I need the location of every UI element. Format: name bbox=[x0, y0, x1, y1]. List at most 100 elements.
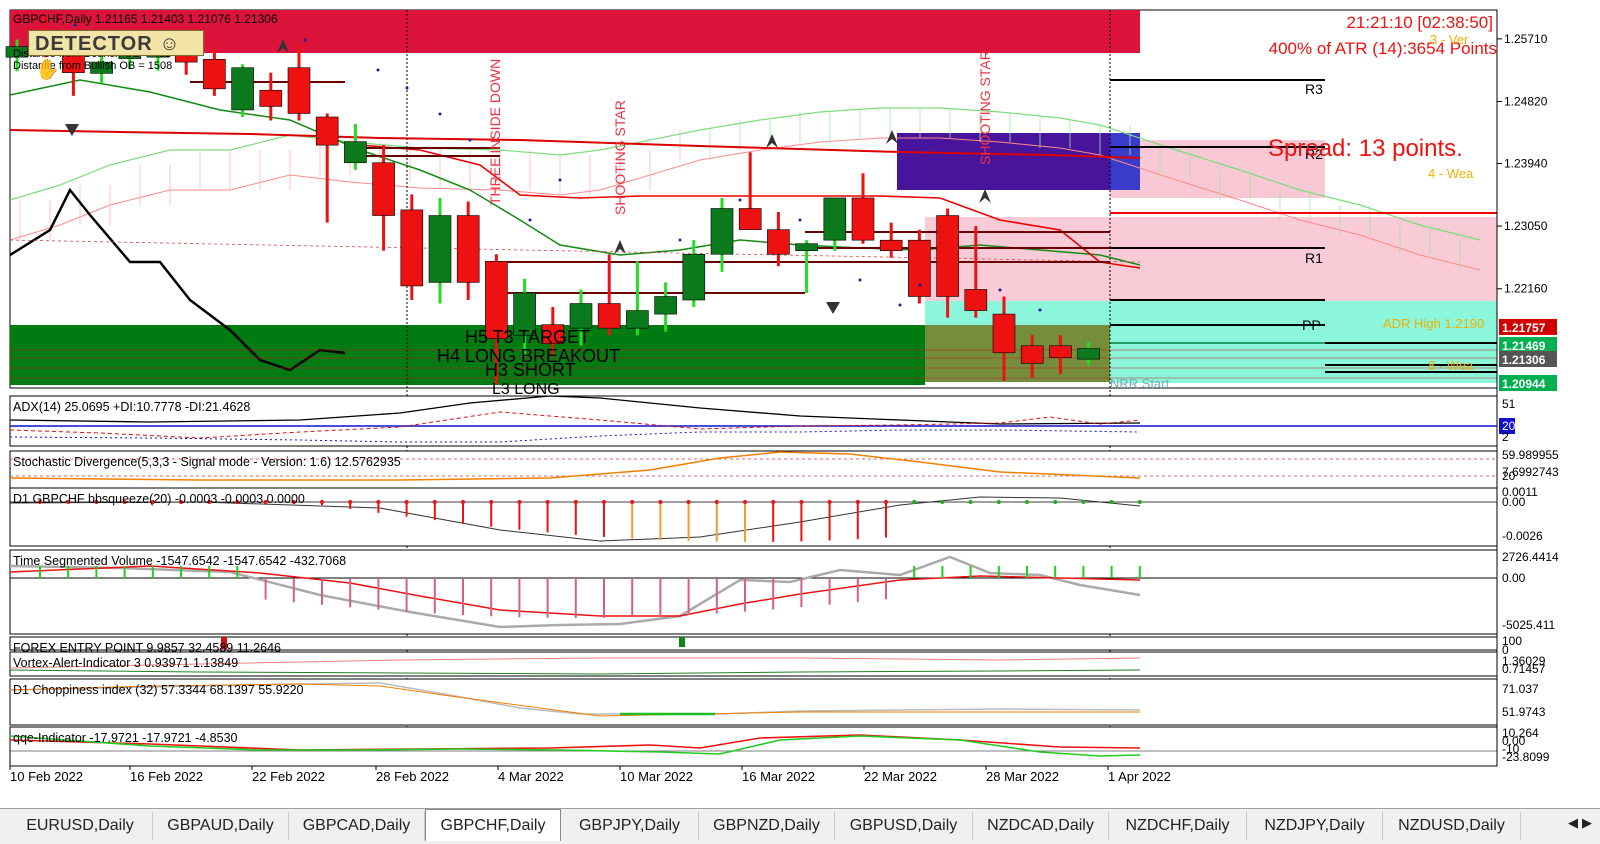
candle bbox=[400, 194, 424, 301]
price-tag: 1.21469 bbox=[1502, 339, 1546, 353]
squeeze-dot bbox=[404, 500, 409, 504]
candle-body bbox=[597, 303, 621, 329]
tab-scroll-left-icon[interactable]: ◀ bbox=[1566, 815, 1580, 831]
tab-gbpnzd[interactable]: GBPNZD,Daily bbox=[699, 812, 835, 840]
candle-body bbox=[456, 215, 480, 283]
fractal-dot bbox=[858, 278, 862, 282]
fractal-dot bbox=[528, 218, 532, 222]
squeeze-dot bbox=[912, 500, 917, 504]
candle-body bbox=[428, 215, 452, 283]
tab-eurusd[interactable]: EURUSD,Daily bbox=[8, 812, 153, 840]
tab-nzdcad[interactable]: NZDCAD,Daily bbox=[973, 812, 1109, 840]
chart-area[interactable]: THREE INSIDE DOWN SHOOTING STAR SHOOTING S… bbox=[0, 0, 1600, 843]
candle bbox=[908, 229, 931, 304]
squeeze-dot bbox=[489, 500, 494, 504]
indicator-label: Stochastic Divergence(5,3,3 - Signal mod… bbox=[13, 455, 401, 469]
time-label: 28 Mar 2022 bbox=[986, 769, 1059, 784]
candle-body bbox=[823, 197, 847, 241]
price-tag: 1.21306 bbox=[1502, 353, 1546, 367]
tab-gbpusd[interactable]: GBPUSD,Daily bbox=[835, 812, 973, 840]
squeeze-dot bbox=[461, 500, 465, 504]
pivot-label: R1 bbox=[1305, 250, 1323, 266]
tab-gbpaud[interactable]: GBPAUD,Daily bbox=[153, 812, 289, 840]
pink-zone bbox=[925, 217, 1497, 301]
indicator-level: 2 bbox=[1502, 430, 1509, 444]
candle-body bbox=[344, 141, 367, 164]
detector-badge[interactable]: DETECTOR ☺ ✋ bbox=[28, 30, 204, 81]
indicator-level: 2726.4414 bbox=[1502, 550, 1559, 564]
candle-body bbox=[287, 67, 311, 114]
squeeze-dot bbox=[545, 500, 550, 504]
indicator-level: -23.8099 bbox=[1502, 750, 1550, 764]
fractal-dot bbox=[738, 198, 742, 202]
hand-icon: ✋ bbox=[35, 59, 61, 81]
squeeze-dot bbox=[658, 500, 663, 504]
squeeze-dot bbox=[320, 500, 324, 504]
fractal-dot bbox=[918, 283, 922, 287]
smiley-icon: ☺ bbox=[159, 33, 181, 55]
tab-nzdchf[interactable]: NZDCHF,Daily bbox=[1109, 812, 1247, 840]
indicator-label: Vortex-Alert-Indicator 3 0.93971 1.13849 bbox=[13, 656, 238, 670]
purple-zone-edge bbox=[1110, 133, 1140, 190]
candle-body bbox=[203, 58, 226, 90]
symbol-info: GBPCHF,Daily 1.21165 1.21403 1.21076 1.2… bbox=[13, 12, 278, 26]
squeeze-dot bbox=[799, 500, 804, 504]
indicator-label: D1 Choppiness index (32) 57.3344 68.1397… bbox=[13, 683, 304, 697]
fractal-dot bbox=[798, 218, 802, 222]
candle-body bbox=[1077, 348, 1100, 360]
candle-body bbox=[315, 116, 339, 146]
indicator-label: qqe-Indicator -17.9721 -17.9721 -4.8530 bbox=[13, 731, 238, 745]
time-label: 22 Feb 2022 bbox=[252, 769, 325, 784]
squeeze-dot bbox=[1109, 500, 1114, 504]
squeeze-dot bbox=[686, 500, 691, 504]
fractal-dot bbox=[468, 138, 472, 142]
tab-scroll-right-icon[interactable]: ▶ bbox=[1580, 815, 1594, 831]
tab-gbpchf[interactable]: GBPCHF,Daily bbox=[425, 809, 561, 841]
indicator-level: 59.989955 bbox=[1502, 448, 1559, 462]
symbol-tab-bar: ◀ ▶ EURUSD,Daily GBPAUD,Daily GBPCAD,Daily G… bbox=[0, 808, 1600, 844]
candle-body bbox=[964, 289, 988, 311]
time-label: 16 Feb 2022 bbox=[130, 769, 203, 784]
price-tag: 1.21757 bbox=[1502, 321, 1546, 335]
entry-bar-buy bbox=[679, 637, 685, 647]
squeeze-dot bbox=[996, 500, 1001, 504]
tab-nzdjpy[interactable]: NZDJPY,Daily bbox=[1247, 812, 1383, 840]
fractal-dot bbox=[405, 86, 409, 90]
candle-body bbox=[654, 296, 677, 315]
indicator-level: 71.037 bbox=[1502, 682, 1539, 696]
nrr-label: NRR Start bbox=[1110, 376, 1170, 391]
price-label: 1.25710 bbox=[1504, 32, 1548, 46]
adr-high-label: ADR High 1.2190 bbox=[1383, 316, 1484, 331]
squeeze-dot bbox=[714, 500, 719, 504]
time-label: 10 Feb 2022 bbox=[10, 769, 83, 784]
squeeze-dot bbox=[827, 500, 832, 504]
candle-body bbox=[992, 313, 1016, 354]
pivot-label: R3 bbox=[1305, 81, 1323, 97]
zone-label: H3 SHORT bbox=[485, 360, 576, 380]
week-label: 8 - Wea bbox=[1428, 358, 1474, 373]
indicator-label: ADX(14) 25.0695 +DI:10.7778 -DI:21.4628 bbox=[13, 400, 250, 414]
price-label: 1.22160 bbox=[1504, 282, 1548, 296]
indicator-label: Time Segmented Volume -1547.6542 -1547.6… bbox=[13, 554, 346, 568]
detector-label: DETECTOR bbox=[35, 33, 153, 55]
time-label: 16 Mar 2022 bbox=[742, 769, 815, 784]
fractal-dot bbox=[376, 68, 380, 72]
candle-body bbox=[879, 239, 903, 252]
squeeze-dot bbox=[743, 500, 747, 504]
tab-nzdusd[interactable]: NZDUSD,Daily bbox=[1383, 812, 1521, 840]
chart-svg[interactable]: THREE INSIDE DOWN SHOOTING STAR SHOOTING S… bbox=[0, 0, 1600, 808]
squeeze-dot bbox=[855, 500, 860, 504]
indicator-level: 0.00 bbox=[1502, 495, 1526, 509]
time-label: 22 Mar 2022 bbox=[864, 769, 937, 784]
candle-body bbox=[851, 197, 875, 241]
tab-gbpjpy[interactable]: GBPJPY,Daily bbox=[561, 812, 699, 840]
candle-body bbox=[400, 209, 424, 287]
pivot-label: PP bbox=[1302, 317, 1321, 333]
price-label: 1.23050 bbox=[1504, 219, 1548, 233]
squeeze-dot bbox=[432, 500, 437, 504]
squeeze-dot bbox=[1137, 500, 1142, 504]
tab-gbpcad[interactable]: GBPCAD,Daily bbox=[289, 812, 425, 840]
fractal-dot bbox=[998, 288, 1002, 292]
time-label: 4 Mar 2022 bbox=[498, 769, 564, 784]
week-label: 4 - Wea bbox=[1428, 166, 1474, 181]
